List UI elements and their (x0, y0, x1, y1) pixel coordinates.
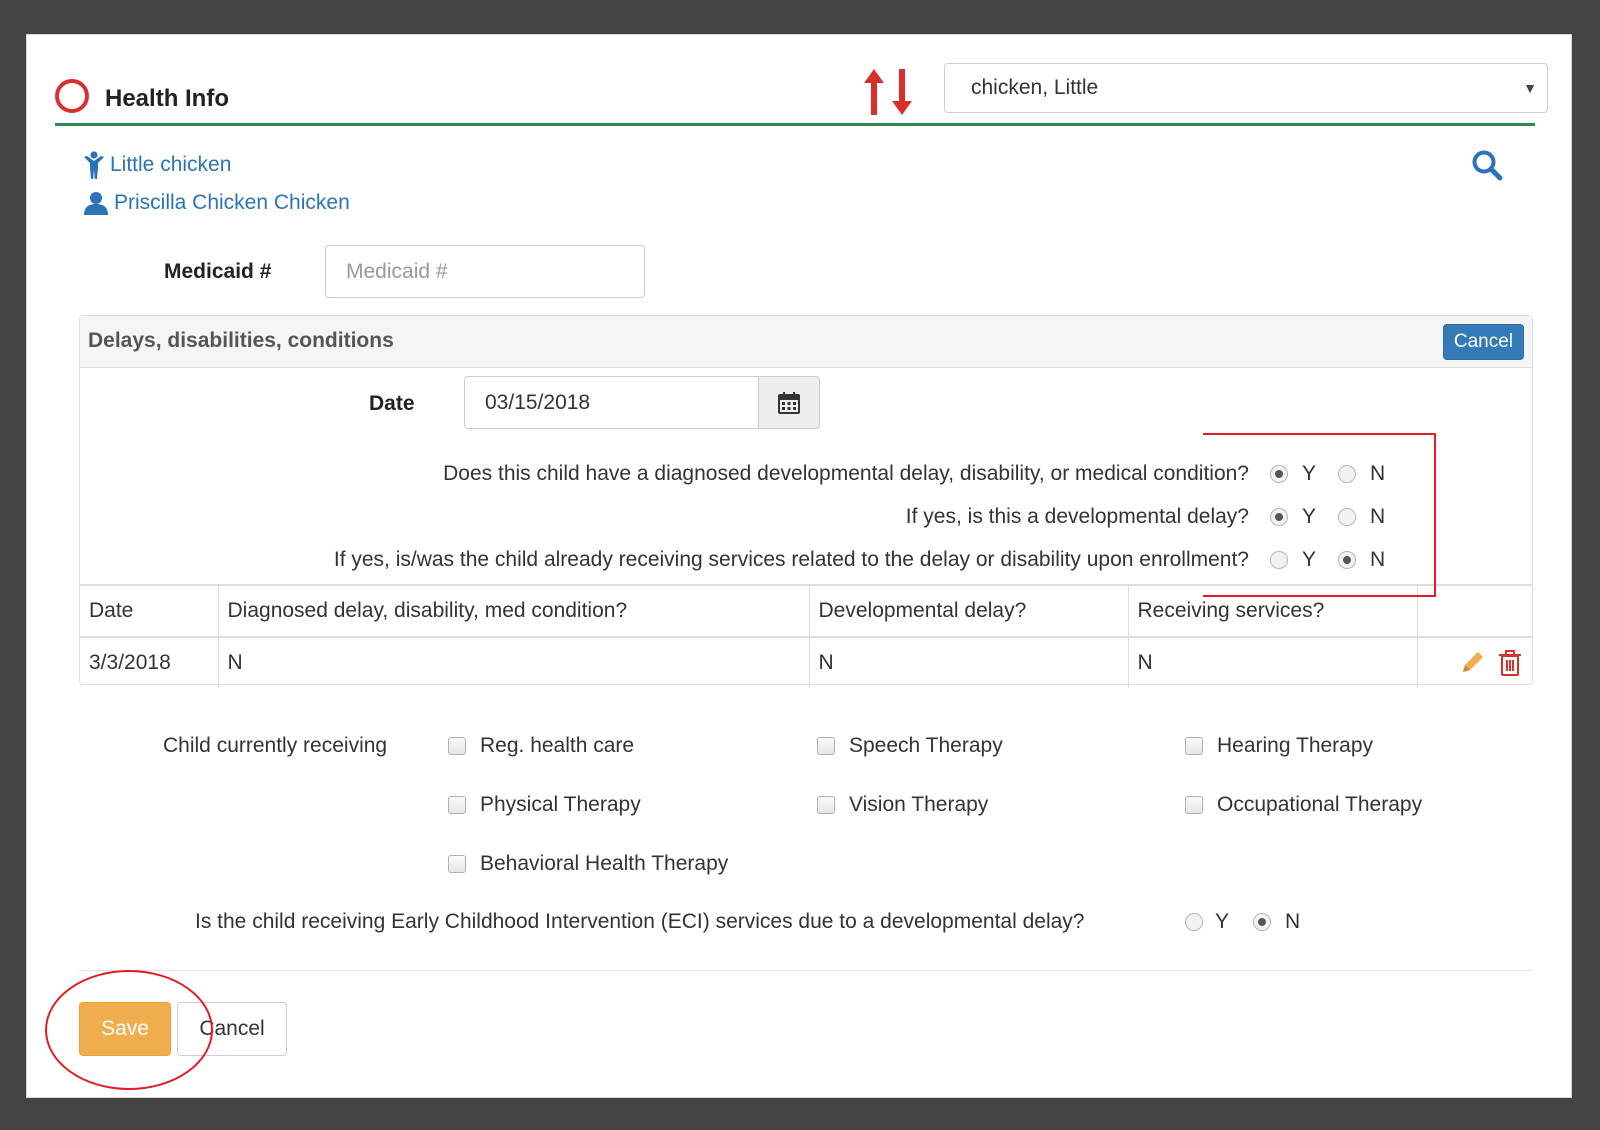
developmental-no-radio[interactable] (1338, 508, 1356, 526)
question-receiving: If yes, is/was the child already receivi… (333, 548, 1249, 571)
col-header-actions (1417, 584, 1532, 638)
receiving-no-label: N (1370, 548, 1386, 571)
question-diagnosed: Does this child have a diagnosed develop… (443, 462, 1249, 485)
user-icon (84, 192, 108, 215)
checkbox-reg-health-care[interactable] (448, 737, 466, 755)
date-label: Date (369, 392, 415, 415)
panel-cancel-button[interactable]: Cancel (1442, 324, 1524, 360)
history-table: Date Diagnosed delay, disability, med co… (80, 584, 1532, 688)
checkbox-label-behavioral-health-therapy: Behavioral Health Therapy (480, 852, 729, 875)
cell-developmental: N (809, 636, 1129, 688)
checkbox-label-hearing-therapy: Hearing Therapy (1217, 734, 1374, 757)
receiving-yes-label: Y (1302, 548, 1317, 571)
diagnosed-yes-radio[interactable] (1270, 465, 1288, 483)
table-header-row: Date Diagnosed delay, disability, med co… (80, 584, 1532, 638)
child-select-value: chicken, Little (971, 76, 1099, 99)
eci-no-label: N (1285, 910, 1301, 933)
diagnosed-yes-label: Y (1302, 462, 1317, 485)
pencil-icon[interactable] (1461, 650, 1485, 674)
checkbox-hearing-therapy[interactable] (1185, 737, 1203, 755)
checkbox-occupational-therapy[interactable] (1185, 796, 1203, 814)
page-title: Health Info (105, 85, 229, 112)
parent-link[interactable]: Priscilla Chicken Chicken (84, 191, 350, 215)
child-select[interactable]: chicken, Little ▼ (944, 63, 1548, 113)
checkbox-label-physical-therapy: Physical Therapy (480, 793, 641, 816)
checkbox-vision-therapy[interactable] (817, 796, 835, 814)
checkbox-physical-therapy[interactable] (448, 796, 466, 814)
cell-receiving: N (1128, 636, 1418, 688)
developmental-yes-label: Y (1302, 505, 1317, 528)
calendar-button[interactable] (758, 376, 820, 429)
eci-no-radio[interactable] (1253, 913, 1271, 931)
diagnosed-no-label: N (1370, 462, 1386, 485)
child-link[interactable]: Little chicken (84, 151, 231, 179)
save-button[interactable]: Save (79, 1002, 171, 1056)
medicaid-label: Medicaid # (164, 260, 272, 283)
checkbox-label-occupational-therapy: Occupational Therapy (1217, 793, 1423, 816)
question-developmental: If yes, is this a developmental delay? (905, 505, 1249, 528)
child-name-link[interactable]: Little chicken (110, 153, 231, 177)
cell-diagnosed: N (218, 636, 810, 688)
cancel-button[interactable]: Cancel (177, 1002, 287, 1056)
circle-icon (55, 79, 89, 113)
parent-name-link[interactable]: Priscilla Chicken Chicken (114, 191, 350, 215)
table-row: 3/3/2018 N N N (80, 636, 1532, 688)
checkbox-label-vision-therapy: Vision Therapy (849, 793, 989, 816)
chevron-down-icon: ▼ (1523, 80, 1537, 96)
health-info-modal: Health Info chicken, Little ▼ Little chi… (26, 34, 1572, 1098)
delays-panel: Delays, disabilities, conditions Cancel … (79, 315, 1533, 688)
developmental-no-label: N (1370, 505, 1386, 528)
checkbox-behavioral-health-therapy[interactable] (448, 855, 466, 873)
panel-title: Delays, disabilities, conditions (88, 329, 394, 352)
panel-heading: Delays, disabilities, conditions Cancel (80, 316, 1532, 368)
child-icon (84, 151, 104, 179)
checkbox-speech-therapy[interactable] (817, 737, 835, 755)
receiving-no-radio[interactable] (1338, 551, 1356, 569)
calendar-icon (778, 391, 800, 414)
question-eci: Is the child receiving Early Childhood I… (195, 910, 1085, 933)
col-header-date: Date (80, 584, 219, 638)
cell-actions (1417, 636, 1532, 688)
eci-yes-radio[interactable] (1185, 913, 1203, 931)
developmental-yes-radio[interactable] (1270, 508, 1288, 526)
col-header-diagnosed: Diagnosed delay, disability, med conditi… (218, 584, 810, 638)
sort-arrows-icon[interactable] (863, 69, 923, 115)
col-header-receiving: Receiving services? (1128, 584, 1418, 638)
checkbox-label-reg-health-care: Reg. health care (480, 734, 635, 757)
footer-divider (79, 970, 1533, 971)
trash-icon[interactable] (1499, 650, 1521, 676)
col-header-developmental: Developmental delay? (809, 584, 1129, 638)
receiving-yes-radio[interactable] (1270, 551, 1288, 569)
checkbox-label-speech-therapy: Speech Therapy (849, 734, 1003, 757)
eci-yes-label: Y (1215, 910, 1230, 933)
cell-date: 3/3/2018 (80, 636, 219, 688)
date-input[interactable] (464, 376, 760, 429)
header-divider (55, 123, 1535, 126)
diagnosed-no-radio[interactable] (1338, 465, 1356, 483)
medicaid-input[interactable] (325, 245, 645, 298)
search-icon[interactable] (1471, 149, 1503, 181)
services-label: Child currently receiving (163, 734, 388, 757)
